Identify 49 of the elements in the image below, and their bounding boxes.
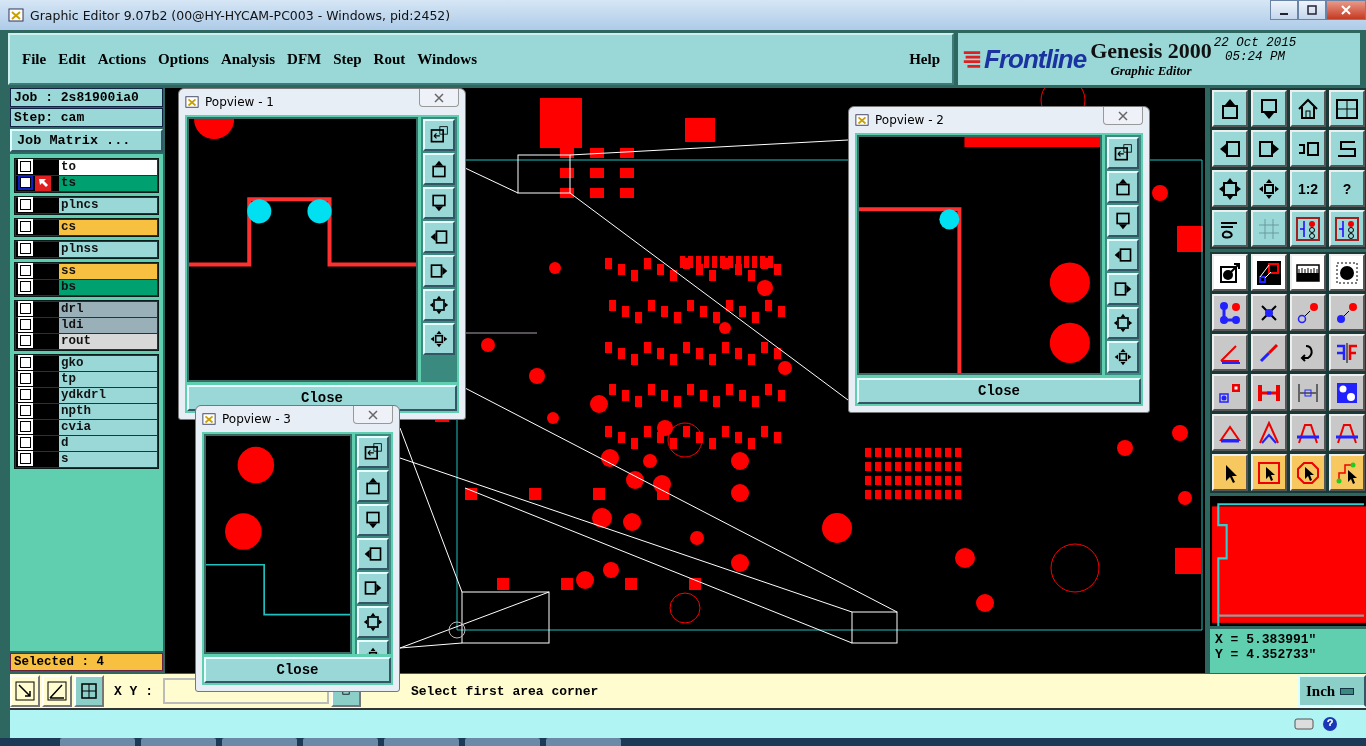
product-name: Genesis 2000 — [1090, 39, 1212, 63]
step-label: Step: cam — [10, 108, 163, 127]
y-coordinate: Y = 4.352733" — [1215, 647, 1318, 662]
xy-label: X Y : — [114, 683, 153, 699]
layer-name[interactable]: bs — [59, 280, 157, 295]
menu-item[interactable]: Windows — [411, 50, 483, 68]
popview-title: Popview - 3 — [222, 412, 291, 426]
layer-name[interactable]: rout — [59, 334, 157, 349]
layer-name[interactable]: gko — [59, 356, 157, 371]
x-coordinate: X = 5.383991" — [1215, 632, 1318, 647]
layer-name[interactable]: ts — [59, 176, 157, 191]
layer-name[interactable]: ldi — [59, 318, 157, 333]
popview-title: Popview - 1 — [205, 95, 274, 109]
layer-name[interactable]: cvia — [59, 420, 157, 435]
close-button[interactable]: Close — [204, 657, 391, 683]
layer-name[interactable]: npth — [59, 404, 157, 419]
units-dropdown[interactable]: Inch — [1298, 675, 1366, 707]
job-matrix-button[interactable]: Job Matrix ... — [10, 129, 163, 152]
layer-name[interactable]: ss — [59, 264, 157, 279]
layer-name[interactable]: to — [59, 160, 157, 175]
help-menu-item[interactable]: Help — [903, 50, 946, 68]
layer-name[interactable]: plnss — [59, 242, 157, 257]
layer-name[interactable]: cs — [59, 220, 157, 235]
menu-item[interactable]: Rout — [367, 50, 412, 68]
menu-item[interactable]: Step — [327, 50, 368, 68]
menu-item[interactable]: Options — [152, 50, 215, 68]
menu-item[interactable]: Actions — [91, 50, 152, 68]
popview-title: Popview - 2 — [875, 113, 944, 127]
close-button[interactable]: Close — [857, 378, 1141, 404]
menu-item[interactable]: DFM — [281, 50, 328, 68]
layer-name[interactable]: plncs — [59, 198, 157, 213]
layer-name[interactable]: d — [59, 436, 157, 451]
layer-name[interactable]: s — [59, 452, 157, 467]
prompt-message: Select first area corner — [410, 683, 600, 699]
layer-name[interactable]: drl — [59, 302, 157, 317]
layer-name[interactable]: tp — [59, 372, 157, 387]
time-text: 05:24 PM — [1225, 50, 1286, 65]
brand-logo-text: Frontline — [984, 43, 1087, 75]
menu-item[interactable]: Analysis — [214, 50, 282, 68]
menu-item[interactable]: Edit — [52, 50, 92, 68]
layer-name[interactable]: ydkdrl — [59, 388, 157, 403]
menu-item[interactable]: File — [16, 50, 53, 68]
product-subtitle: Graphic Editor — [1110, 62, 1192, 79]
view-tool-button[interactable]: 1:2 — [1290, 170, 1326, 207]
job-label: Job : 2s81900ia0 — [10, 88, 163, 107]
date-text: 22 Oct 2015 — [1213, 36, 1297, 51]
selected-count: Selected : 4 — [10, 653, 163, 671]
window-title: Graphic Editor 9.07b2 (00@HY-HYCAM-PC003 - Windows, pid:2452) — [30, 7, 451, 23]
view-tool-button[interactable]: ? — [1329, 170, 1365, 207]
